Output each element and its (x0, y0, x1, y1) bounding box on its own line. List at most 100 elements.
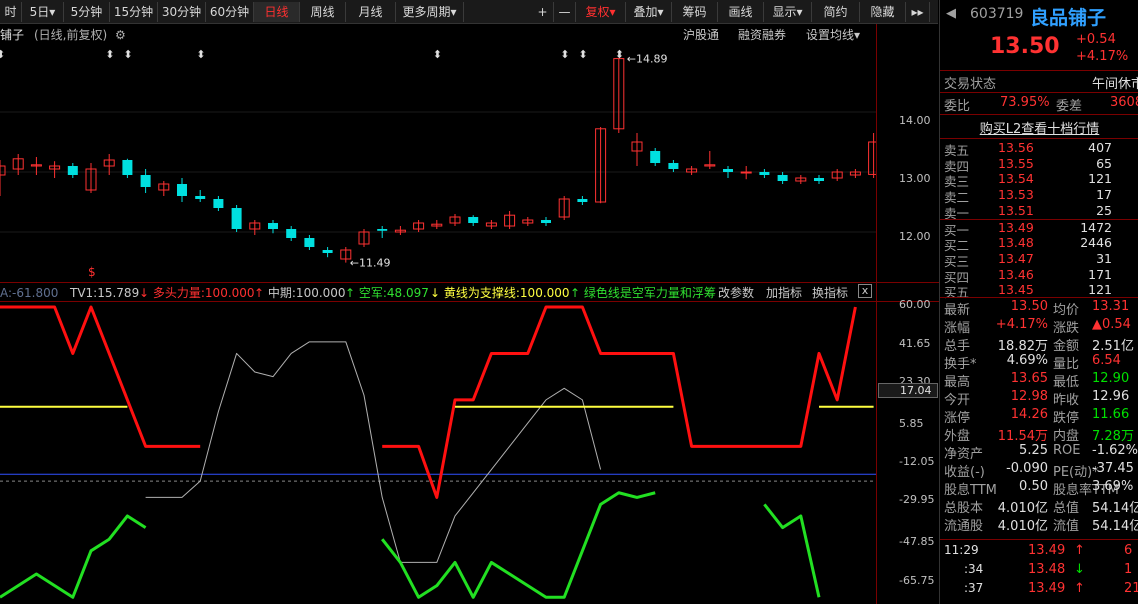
simple-mode-button[interactable]: 简约 (812, 2, 860, 22)
order-book-row[interactable]: 卖一 13.51 25 (940, 203, 1138, 221)
white-indicator-line (145, 341, 602, 563)
period-tab-weekly[interactable]: 周线 (300, 2, 346, 22)
indicator-axis-label: 41.65 (899, 337, 931, 350)
stat-value: 4.010亿 (997, 501, 1048, 516)
indicator-a-value: A:-61.800 (0, 286, 59, 300)
order-book-row[interactable]: 卖二 13.53 17 (940, 187, 1138, 205)
indicator-axis-label: -29.95 (899, 493, 935, 506)
order-book-row[interactable]: 卖四 13.55 65 (940, 156, 1138, 174)
expand-icon[interactable]: ▸▸ (906, 2, 930, 22)
tick-direction-icon: ↓ (1074, 562, 1085, 577)
stats-row: 总手 18.82万 金额 2.51亿 (940, 335, 1138, 354)
candle-body (140, 175, 151, 187)
stat-label: ROE (1053, 443, 1081, 458)
close-indicator-icon[interactable]: x (858, 284, 872, 298)
chart-area[interactable]: 铺子 (日线,前复权) ⚙ 沪股通 融资融券 设置均线▾ ⬍ ⬍ ⬍ ⬍ ⬍ ⬍ ⬍ ⬍ ←14… (0, 24, 876, 604)
indicator-axis-label: 5.85 (899, 417, 924, 430)
indicator-axis-label: -47.85 (899, 535, 935, 548)
stock-code: 603719 (970, 6, 1024, 22)
stat-label: 换手* (944, 357, 977, 372)
adjust-price-dropdown[interactable]: 复权▾ (576, 2, 626, 22)
indicator-zhongqi: ↑ 中期:100.000 (254, 286, 346, 300)
add-indicator-link[interactable]: 加指标 (766, 285, 802, 301)
stats-row: 股息TTM 0.50 股息率TTM 3.69% (940, 479, 1138, 498)
order-book-row[interactable]: 买三 13.47 31 (940, 250, 1138, 269)
candle-body (377, 229, 388, 231)
order-price: 13.53 (998, 187, 1034, 203)
zoom-out-button[interactable]: — (554, 2, 576, 22)
order-price: 13.47 (998, 250, 1034, 266)
hide-button[interactable]: 隐藏 (860, 2, 906, 22)
order-volume: 2446 (1080, 235, 1112, 251)
zoom-in-button[interactable]: + (532, 2, 554, 22)
stat-value: 54.14亿 (1092, 501, 1138, 516)
period-toolbar: 时 5日▾ 5分钟 15分钟 30分钟 60分钟 日线 周线 月线 更多周期▾ … (0, 0, 938, 24)
duotou-line (382, 305, 857, 499)
stats-row: 总股本 4.010亿 总值 54.14亿 (940, 497, 1138, 516)
tick-direction-icon: ↑ (1074, 581, 1085, 596)
period-tab-partial[interactable]: 时 (0, 2, 22, 22)
stats-row: 最高 13.65 最低 12.90 (940, 371, 1138, 390)
indicator-header: A:-61.800 TV1:15.789 ↓ 多头力量:100.000 ↑ 中期… (0, 282, 876, 302)
switch-indicator-link[interactable]: 换指标 (812, 285, 848, 301)
order-book-row[interactable]: 买二 13.48 2446 (940, 235, 1138, 253)
stat-value: -1.62% (1092, 443, 1138, 458)
stat-value: 11.66 (1092, 407, 1130, 422)
order-book-row[interactable]: 卖五 13.56 407 (940, 140, 1138, 158)
period-tab-monthly[interactable]: 月线 (346, 2, 396, 22)
stat-value: 13.50 (1010, 299, 1048, 314)
stat-value: ▲0.54 (1092, 317, 1131, 332)
order-book-row[interactable]: 卖三 13.54 121 (940, 171, 1138, 189)
prev-stock-icon[interactable]: ◀ (946, 6, 956, 21)
price-axis-label: 13.00 (899, 172, 931, 185)
overlay-dropdown[interactable]: 叠加▾ (626, 2, 672, 22)
indicator-duotou: ↓ 多头力量:100.000 (139, 286, 255, 300)
order-price: 13.54 (998, 171, 1034, 187)
order-book-row[interactable]: 买四 13.46 171 (940, 267, 1138, 285)
period-tab-15min[interactable]: 15分钟 (110, 2, 158, 22)
stat-label: 涨跌 (1053, 321, 1080, 336)
status-row: 交易状态 午间休市 (940, 73, 1138, 92)
display-dropdown[interactable]: 显示▾ (764, 2, 812, 22)
period-tab-30min[interactable]: 30分钟 (158, 2, 206, 22)
last-price: 13.50 (990, 34, 1060, 59)
order-volume: 1472 (1080, 219, 1112, 235)
top-marker-icon: ⬍ (105, 48, 114, 61)
draw-line-button[interactable]: 画线 (718, 2, 764, 22)
stat-label: 流通股 (944, 519, 984, 534)
period-tab-5min[interactable]: 5分钟 (64, 2, 110, 22)
stat-label: 涨停 (944, 411, 971, 426)
period-tab-daily[interactable]: 日线 (254, 2, 300, 22)
kongjun-line (381, 491, 656, 599)
order-volume: 17 (1096, 187, 1112, 203)
l2-link[interactable]: 购买L2查看十档行情 (980, 122, 1100, 137)
tick-direction-icon: ↑ (1074, 543, 1085, 558)
stat-value: 13.31 (1092, 299, 1130, 314)
stat-value: -0.090 (1006, 461, 1048, 476)
stat-value: 54.14亿 (1092, 519, 1138, 534)
stats-row: 最新 13.50 均价 13.31 (940, 299, 1138, 318)
price-axis-label: 14.00 (899, 114, 931, 127)
tick-volume: 1 (1124, 562, 1133, 577)
kongjun-line (0, 514, 147, 599)
period-tab-60min[interactable]: 60分钟 (206, 2, 254, 22)
top-marker-icon: ⬍ (196, 48, 205, 61)
order-book-row[interactable]: 买一 13.49 1472 (940, 219, 1138, 238)
weicha-value: 3608 (1110, 95, 1138, 110)
candle-body (777, 175, 788, 181)
candlestick-chart: ⬍ ⬍ ⬍ ⬍ ⬍ ⬍ ⬍ ⬍ ←14.89←11.49 (0, 48, 876, 599)
tick-price: 13.48 (1028, 562, 1066, 577)
chips-button[interactable]: 筹码 (672, 2, 718, 22)
status-value: 午间休市 (1092, 77, 1138, 92)
modify-param-link[interactable]: 改参数 (718, 285, 754, 301)
more-periods-dropdown[interactable]: 更多周期▾ (396, 2, 464, 22)
period-tab-5day[interactable]: 5日▾ (22, 2, 64, 22)
stats-row: 换手* 4.69% 量比 6.54 (940, 353, 1138, 372)
indicator-green-note: ↑ 绿色线是空军力量和浮筹 (570, 286, 716, 300)
stat-label: 涨幅 (944, 321, 971, 336)
candle-body (286, 229, 297, 238)
weibi-label: 委比 (944, 99, 971, 114)
order-book-row[interactable]: 买五 13.45 121 (940, 282, 1138, 300)
price-row: 13.50 +0.54 +4.17% (940, 32, 1138, 68)
stat-label: 量比 (1053, 357, 1080, 372)
